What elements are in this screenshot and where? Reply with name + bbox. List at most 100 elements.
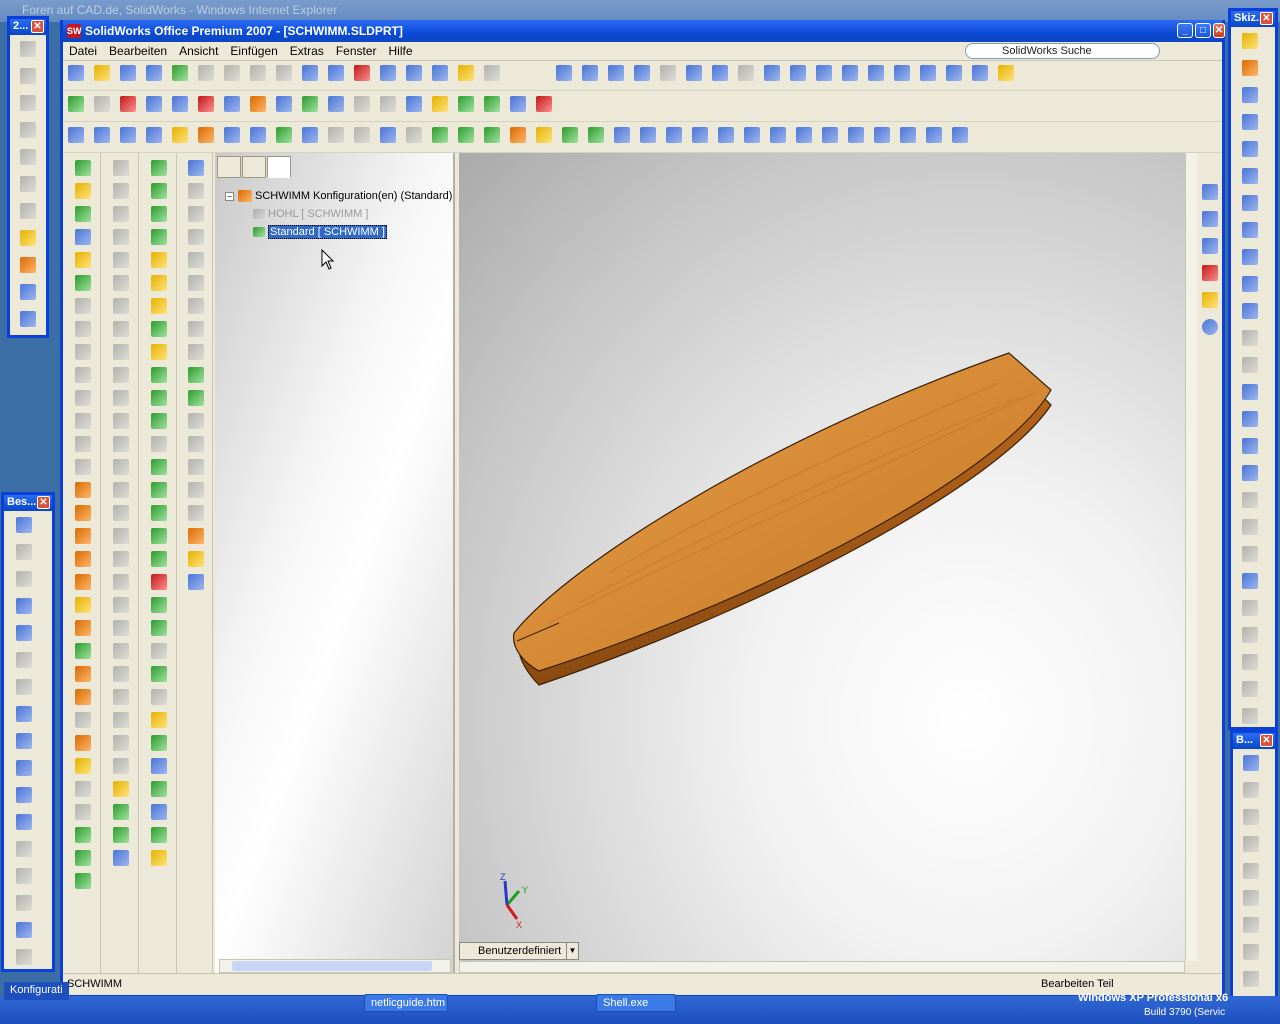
tool-icon[interactable] xyxy=(112,597,129,613)
chevron-down-icon[interactable]: ▼ xyxy=(566,943,578,959)
tool-icon[interactable] xyxy=(302,127,318,143)
collapse-icon[interactable]: − xyxy=(225,192,234,201)
filter-icon[interactable] xyxy=(354,127,370,143)
ellipse-icon[interactable] xyxy=(1242,303,1258,319)
zoom-area-icon[interactable] xyxy=(608,65,625,81)
filter-icon[interactable] xyxy=(484,127,500,143)
tool-icon[interactable] xyxy=(112,482,129,498)
tool-icon[interactable] xyxy=(1243,917,1259,933)
realview-icon[interactable] xyxy=(998,65,1015,81)
open-icon[interactable] xyxy=(94,65,110,81)
shaded-icon[interactable] xyxy=(894,65,911,81)
zoom-icon[interactable] xyxy=(634,65,651,81)
tool-icon[interactable] xyxy=(187,321,204,337)
tool-icon[interactable] xyxy=(1242,681,1258,697)
tool-icon[interactable] xyxy=(1242,600,1258,616)
tool-icon[interactable] xyxy=(112,413,129,429)
tool-icon[interactable] xyxy=(112,367,129,383)
filter-icon[interactable] xyxy=(406,127,422,143)
tool-icon[interactable] xyxy=(74,321,91,337)
tool-icon[interactable] xyxy=(146,65,162,81)
tool-icon[interactable] xyxy=(187,298,204,314)
tool-icon[interactable] xyxy=(20,203,36,219)
tool-icon[interactable] xyxy=(187,413,204,429)
tool-icon[interactable] xyxy=(74,735,91,751)
search-icon[interactable] xyxy=(1202,265,1218,281)
rebuild-icon[interactable] xyxy=(354,65,370,81)
tool-icon[interactable] xyxy=(1242,627,1258,643)
tool-icon[interactable] xyxy=(406,96,422,112)
tool-icon[interactable] xyxy=(16,517,32,533)
filter-icon[interactable] xyxy=(510,127,526,143)
tool-icon[interactable] xyxy=(187,206,204,222)
tool-icon[interactable] xyxy=(328,96,344,112)
maximize-button[interactable]: □ xyxy=(1195,23,1211,38)
tool-icon[interactable] xyxy=(250,127,266,143)
explorer-icon[interactable] xyxy=(1202,238,1218,254)
tool-icon[interactable] xyxy=(150,390,167,406)
tool-icon[interactable] xyxy=(16,679,32,695)
filter-icon[interactable] xyxy=(770,127,786,143)
tool-icon[interactable] xyxy=(74,804,91,820)
filter-icon[interactable] xyxy=(822,127,838,143)
tool-icon[interactable] xyxy=(74,367,91,383)
filter-icon[interactable] xyxy=(562,127,578,143)
tool-icon[interactable] xyxy=(112,160,129,176)
tool-icon[interactable] xyxy=(146,127,162,143)
tool-icon[interactable] xyxy=(74,574,91,590)
tool-icon[interactable] xyxy=(74,758,91,774)
pan-icon[interactable] xyxy=(712,65,729,81)
tool-icon[interactable] xyxy=(276,96,292,112)
save-icon[interactable] xyxy=(120,65,136,81)
tool-icon[interactable] xyxy=(16,949,32,965)
tool-icon[interactable] xyxy=(946,65,963,81)
help-icon[interactable] xyxy=(458,65,474,81)
tool-icon[interactable] xyxy=(74,689,91,705)
tool-icon[interactable] xyxy=(74,252,91,268)
tool-icon[interactable] xyxy=(74,344,91,360)
tool-icon[interactable] xyxy=(16,895,32,911)
appearance-icon[interactable] xyxy=(1202,292,1218,308)
tool-icon[interactable] xyxy=(150,597,167,613)
tree-horizontal-scrollbar[interactable] xyxy=(219,959,451,973)
tool-icon[interactable] xyxy=(112,321,129,337)
tool-icon[interactable] xyxy=(1242,492,1258,508)
tool-icon[interactable] xyxy=(150,689,167,705)
tree-root[interactable]: − SCHWIMM Konfiguration(en) (Standard) xyxy=(225,187,452,205)
tool-icon[interactable] xyxy=(112,827,129,843)
new-icon[interactable] xyxy=(68,65,84,81)
menu-einfuegen[interactable]: Einfügen xyxy=(224,42,283,58)
background-window-title[interactable]: Foren auf CAD.de, SolidWorks - Windows I… xyxy=(0,0,1280,22)
tool-icon[interactable] xyxy=(150,735,167,751)
tool-icon[interactable] xyxy=(74,781,91,797)
tool-icon[interactable] xyxy=(112,666,129,682)
tool-icon[interactable] xyxy=(1242,465,1258,481)
tool-icon[interactable] xyxy=(74,827,91,843)
tool-icon[interactable] xyxy=(74,873,91,889)
tool-icon[interactable] xyxy=(738,65,755,81)
tool-icon[interactable] xyxy=(187,275,204,291)
tool-icon[interactable] xyxy=(16,733,32,749)
tree-item-hohl[interactable]: HOHL [ SCHWIMM ] xyxy=(225,205,452,223)
filter-icon[interactable] xyxy=(874,127,890,143)
tool-icon[interactable] xyxy=(150,758,167,774)
tool-icon[interactable] xyxy=(150,160,167,176)
tool-icon[interactable] xyxy=(74,275,91,291)
tool-icon[interactable] xyxy=(74,666,91,682)
viewport-horizontal-scrollbar[interactable] xyxy=(459,961,1185,973)
sketch-tool-icon[interactable] xyxy=(20,284,36,300)
tool-icon[interactable] xyxy=(1242,357,1258,373)
arc-icon[interactable] xyxy=(1242,249,1258,265)
filter-icon[interactable] xyxy=(432,127,448,143)
tool-icon[interactable] xyxy=(150,436,167,452)
tool-icon[interactable] xyxy=(120,127,136,143)
floating-toolbar-b[interactable]: B... ✕ xyxy=(1230,730,1278,1024)
collapse-icon[interactable] xyxy=(1202,319,1218,335)
tool-icon[interactable] xyxy=(74,712,91,728)
line-icon[interactable] xyxy=(1242,114,1258,130)
window-icon[interactable] xyxy=(406,65,422,81)
tool-icon[interactable] xyxy=(150,850,167,866)
filter-icon[interactable] xyxy=(614,127,630,143)
filter-icon[interactable] xyxy=(666,127,682,143)
tool-icon[interactable] xyxy=(1243,971,1259,987)
